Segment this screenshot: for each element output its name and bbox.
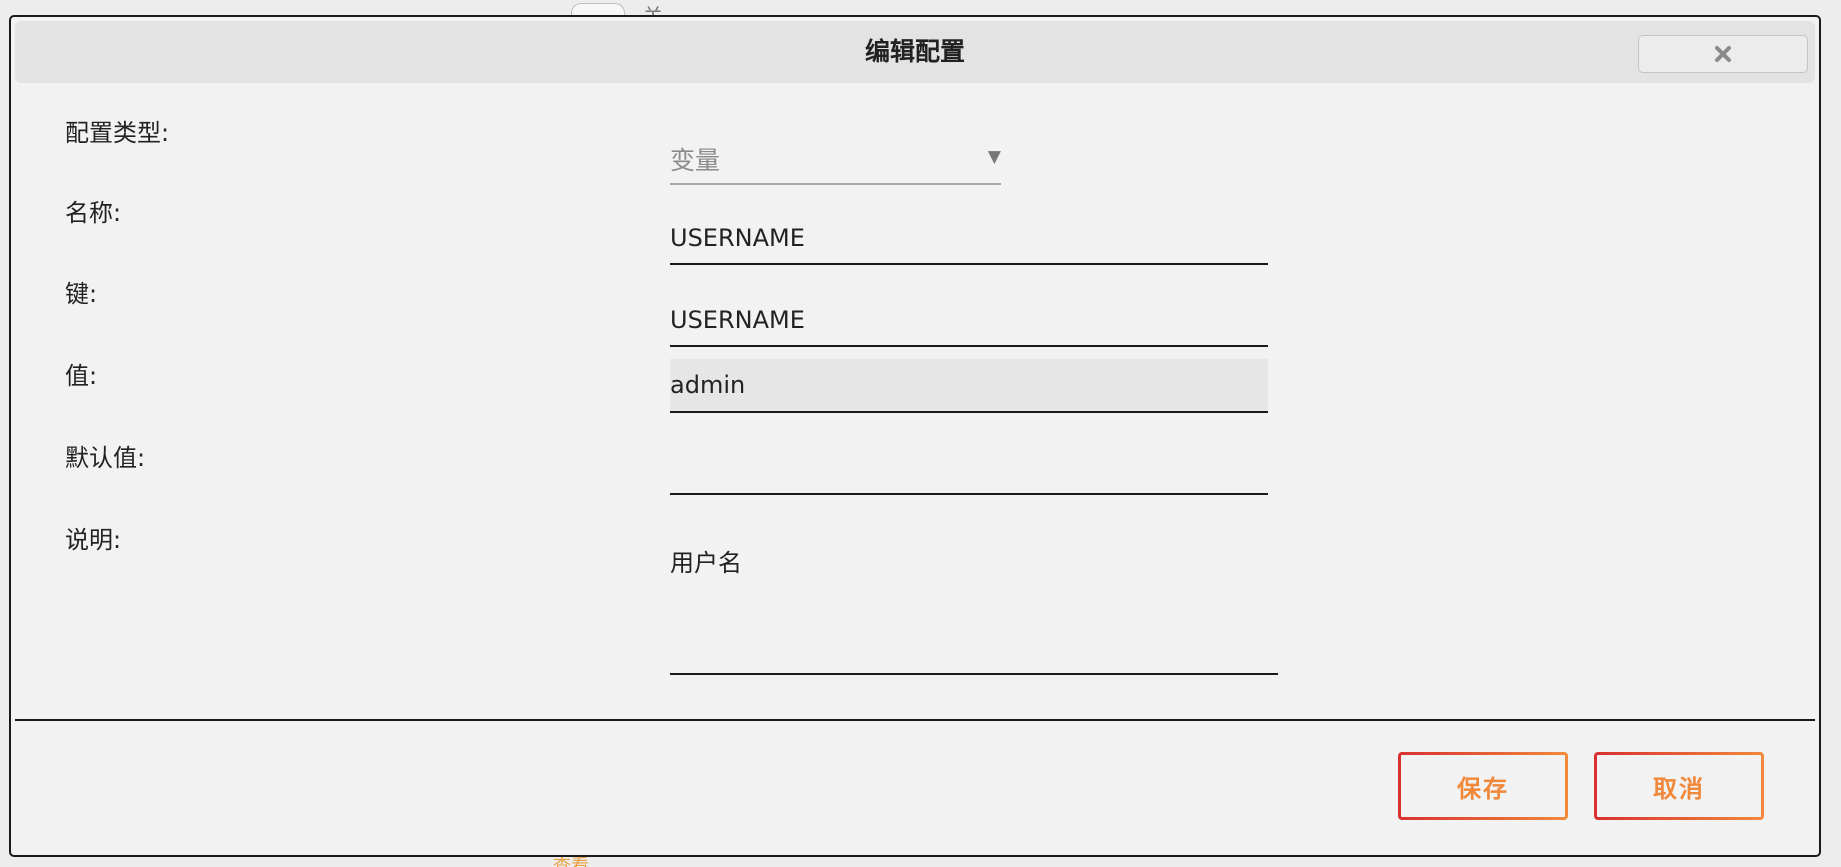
name-label: 名称:	[65, 199, 122, 227]
default-value-input[interactable]	[670, 441, 1268, 495]
config-type-value: 变量	[670, 146, 721, 175]
config-type-select[interactable]: 变量 ▼	[670, 133, 1001, 185]
dialog-titlebar: 编辑配置	[15, 21, 1815, 83]
save-button[interactable]: 保存	[1398, 752, 1568, 820]
value-label: 值:	[65, 362, 98, 390]
cancel-button[interactable]: 取消	[1594, 752, 1764, 820]
key-label: 键:	[65, 280, 98, 308]
close-icon	[1715, 46, 1731, 62]
footer-divider	[15, 719, 1815, 721]
description-textarea[interactable]: 用户名	[670, 533, 1278, 675]
description-label: 说明:	[65, 526, 122, 554]
key-input[interactable]	[670, 295, 1268, 347]
dialog-title: 编辑配置	[864, 37, 965, 66]
default-value-label: 默认值:	[65, 444, 146, 472]
edit-config-dialog: 编辑配置 配置类型: 变量 ▼ 名称: 键: 值: 默认值: 说明: 用户名 保…	[9, 15, 1821, 857]
dropdown-arrow-icon: ▼	[987, 147, 1001, 167]
config-type-label: 配置类型:	[65, 119, 170, 147]
value-input[interactable]	[670, 359, 1268, 413]
close-button[interactable]	[1638, 35, 1808, 73]
name-input[interactable]	[670, 213, 1268, 265]
background-toggle-label: 关	[643, 4, 663, 16]
